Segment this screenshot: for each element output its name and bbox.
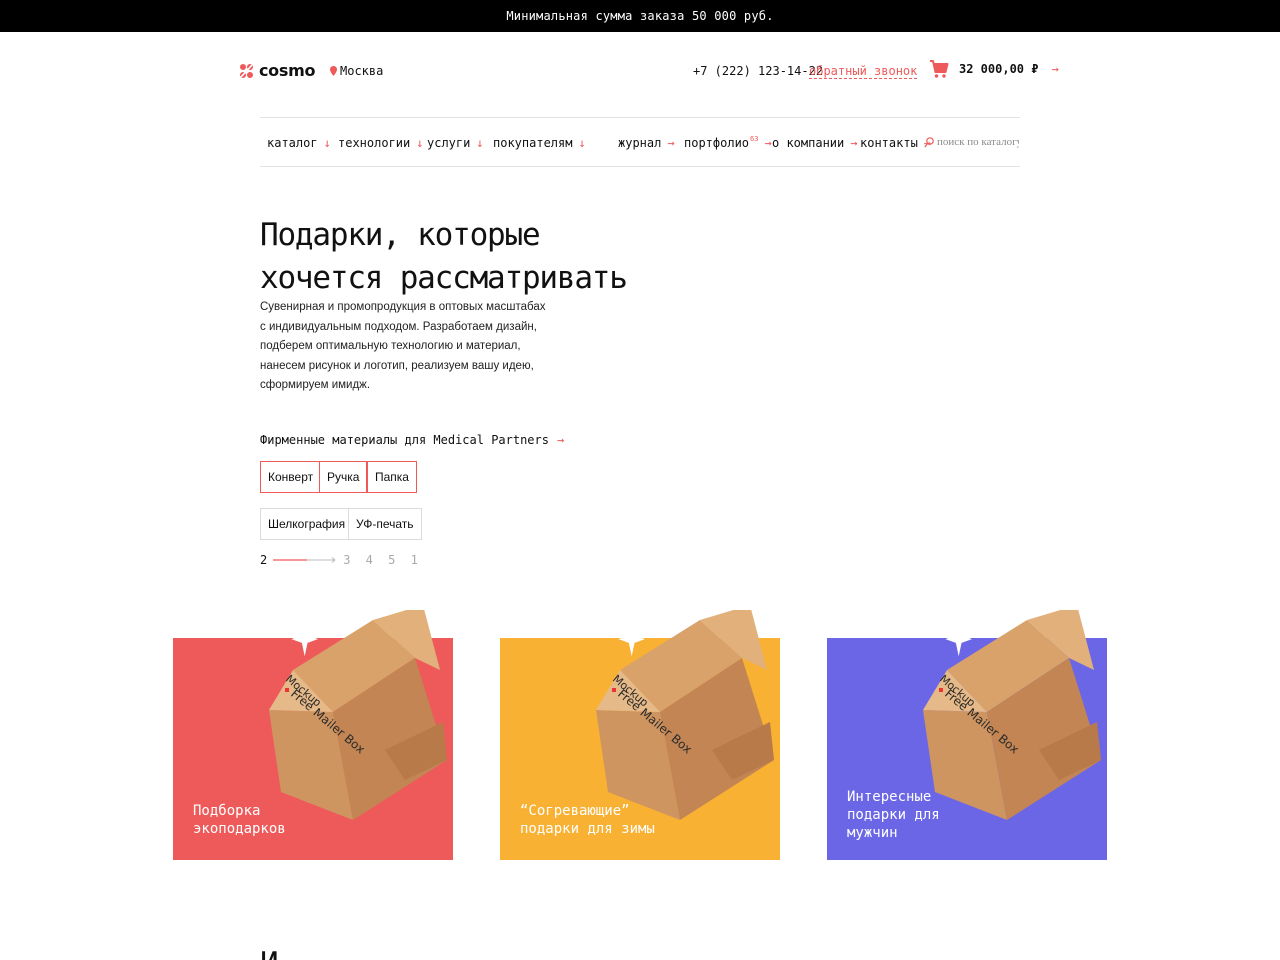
arrow-down-icon: ↓	[476, 136, 484, 150]
phone-link[interactable]: +7 (222) 123-14-22	[693, 64, 823, 78]
callback-link[interactable]: обратный звонок	[809, 64, 918, 79]
hero-description: Сувенирная и промопродукция в оптовых ма…	[260, 301, 546, 391]
nav-item-technologies[interactable]: технологии ↓	[338, 136, 423, 150]
next-section-heading: И	[260, 946, 279, 960]
pager-current: 2	[260, 553, 268, 567]
cart-button[interactable]: 32 000,00 ₽ →	[929, 59, 1059, 79]
hero-title: Подарки, которые хочется рассматривать	[260, 214, 628, 300]
tag-envelope[interactable]: Конверт	[260, 461, 322, 493]
card-title-line: Подборка	[193, 803, 261, 819]
arrow-down-icon: ↓	[323, 136, 331, 150]
nav-label: услуги	[427, 136, 471, 150]
logo-link[interactable]: cosmo	[239, 61, 315, 80]
arrow-right-icon: →	[667, 136, 675, 150]
pager-other-pages[interactable]: 3 4 5 1	[343, 553, 422, 567]
sparkle-box-illustration: Mockup Free Mailer Box	[596, 610, 774, 820]
sparkle-box-illustration: Mockup Free Mailer Box	[269, 610, 447, 820]
card-title: “Согревающие” подарки для зимы	[520, 802, 655, 838]
nav-label: контакты	[860, 136, 918, 150]
nav-item-portfolio[interactable]: портфолио 63 →	[684, 135, 772, 150]
top-announcement-bar: Минимальная сумма заказа 50 000 руб.	[0, 0, 1280, 32]
nav-item-buyers[interactable]: покупателям ↓	[493, 136, 586, 150]
arrow-right-icon: →	[764, 136, 772, 150]
hero-title-line-2: хочется рассматривать	[260, 260, 628, 296]
card-title-line: подарки для зимы	[520, 821, 655, 837]
card-title-line: экоподарков	[193, 821, 286, 837]
tag-pen[interactable]: Ручка	[319, 461, 368, 493]
promo-card-gifts-for-men[interactable]: Mockup Free Mailer Box Интересные подарк…	[827, 610, 1107, 860]
card-title-line: “Согревающие”	[520, 803, 630, 819]
cart-total: 32 000,00 ₽	[959, 62, 1039, 76]
city-label: Москва	[340, 64, 384, 78]
arrow-down-icon: ↓	[578, 136, 586, 150]
header: cosmo Москва +7 (222) 123-14-22 обратный…	[0, 32, 1280, 112]
featured-project-link[interactable]: Фирменные материалы для Medical Partners…	[260, 433, 564, 447]
logo-text: cosmo	[259, 61, 316, 80]
search-icon	[924, 136, 934, 147]
arrow-right-icon: →	[556, 433, 565, 447]
arrow-right-icon: →	[850, 136, 858, 150]
location-pin-icon	[330, 66, 337, 76]
card-title: Интересные подарки для мужчин	[847, 788, 940, 842]
logo-icon	[240, 63, 253, 78]
nav-label: о компании	[772, 136, 845, 150]
main-nav: каталог ↓ технологии ↓ услуги ↓ покупателям…	[260, 117, 1020, 167]
tag-uv-print[interactable]: УФ-печать	[348, 508, 422, 540]
card-title-line: подарки для	[847, 807, 940, 823]
search-box	[924, 136, 1019, 148]
arrow-down-icon: ↓	[416, 136, 424, 150]
card-title: Подборка экоподарков	[193, 802, 286, 838]
promo-card-winter-gifts[interactable]: Mockup Free Mailer Box “Согревающие” под…	[500, 610, 780, 860]
city-selector[interactable]: Москва	[330, 64, 383, 78]
nav-item-journal[interactable]: журнал →	[618, 136, 675, 150]
featured-project-title: Фирменные материалы для Medical Partners	[260, 433, 549, 447]
nav-label: технологии	[338, 136, 411, 150]
nav-label: каталог	[267, 136, 318, 150]
tag-folder[interactable]: Папка	[367, 461, 417, 493]
nav-label: журнал	[618, 136, 662, 150]
hero-title-line-1: Подарки, которые	[260, 217, 541, 253]
portfolio-count-badge: 63	[750, 135, 759, 143]
tag-silkscreen[interactable]: Шелкография	[260, 508, 354, 540]
nav-item-catalog[interactable]: каталог ↓	[267, 136, 331, 150]
nav-item-services[interactable]: услуги ↓	[427, 136, 484, 150]
nav-item-contacts[interactable]: контакты→	[860, 136, 931, 150]
card-title-line: Интересные	[847, 789, 932, 805]
cart-icon	[930, 60, 949, 78]
promo-card-eco-gifts[interactable]: Mockup Free Mailer Box Подборка экоподар…	[173, 610, 453, 860]
card-title-line: мужчин	[847, 825, 898, 841]
pager-progress-bar[interactable]	[273, 557, 337, 563]
min-order-text: Минимальная сумма заказа 50 000 руб.	[506, 9, 774, 23]
search-input[interactable]	[937, 136, 1019, 148]
slider-pager: 2 3 4 5 1	[260, 553, 422, 567]
nav-item-about[interactable]: о компании →	[772, 136, 857, 150]
nav-label: покупателям	[493, 136, 573, 150]
nav-label: портфолио	[684, 136, 750, 150]
cart-arrow-icon: →	[1051, 62, 1059, 76]
